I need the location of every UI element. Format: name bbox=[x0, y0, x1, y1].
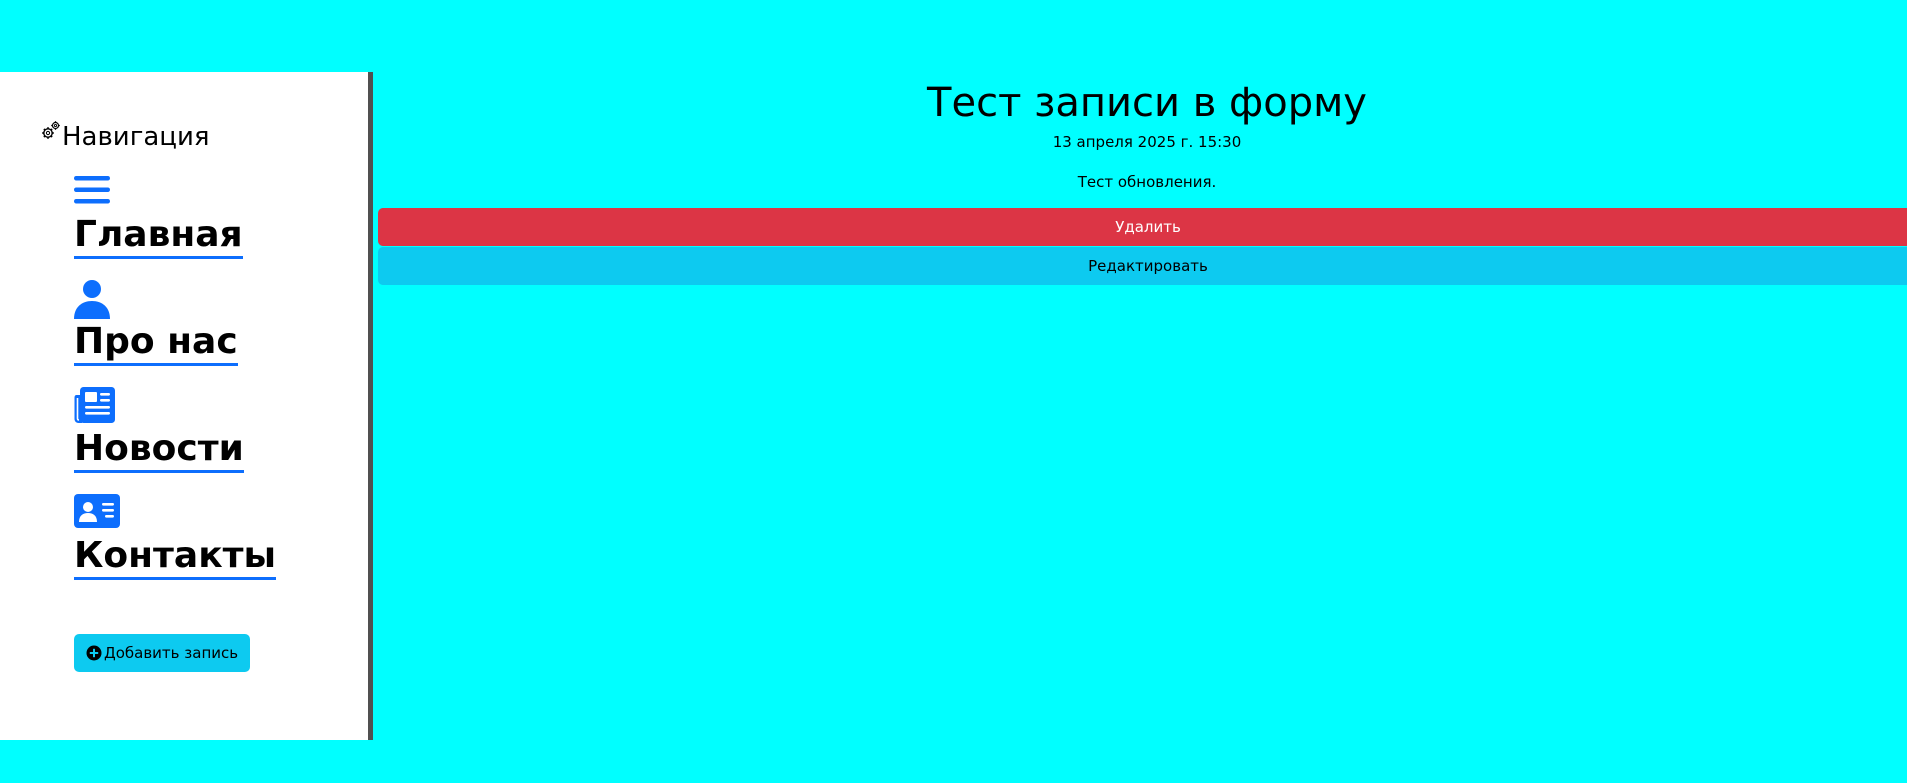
nav-heading: Навигация bbox=[40, 120, 210, 154]
nav-list: Главная Про нас Новости Контакты bbox=[74, 172, 277, 600]
plus-circle-icon bbox=[86, 645, 102, 661]
add-post-button-label: Добавить запись bbox=[104, 644, 239, 662]
delete-button[interactable]: Удалить bbox=[378, 208, 1907, 246]
sidebar: Навигация Главная Про нас Новости Контак… bbox=[0, 72, 373, 740]
add-post-button[interactable]: Добавить запись bbox=[74, 634, 251, 672]
hamburger-menu-icon bbox=[74, 172, 276, 214]
nav-link-contacts[interactable]: Контакты bbox=[74, 535, 277, 580]
post-title: Тест записи в форму bbox=[927, 80, 1367, 126]
nav-link-home-label: Главная bbox=[74, 214, 243, 255]
nav-link-contacts-label: Контакты bbox=[74, 535, 277, 576]
post-date: 13 апреля 2025 г. 15:30 bbox=[1052, 133, 1242, 151]
nav-link-about[interactable]: Про нас bbox=[74, 321, 238, 366]
edit-button[interactable]: Редактировать bbox=[378, 247, 1907, 285]
nav-link-about-label: Про нас bbox=[74, 321, 238, 362]
nav-link-home[interactable]: Главная bbox=[74, 214, 243, 259]
person-icon bbox=[74, 279, 276, 321]
gears-icon bbox=[42, 121, 60, 139]
nav-link-news-label: Новости bbox=[74, 428, 244, 469]
nav-link-news[interactable]: Новости bbox=[74, 428, 244, 473]
nav-heading-label: Навигация bbox=[62, 122, 210, 152]
newspaper-icon bbox=[74, 386, 276, 428]
person-vcard-icon bbox=[74, 493, 276, 535]
post-body: Тест обновления. bbox=[1077, 173, 1217, 191]
